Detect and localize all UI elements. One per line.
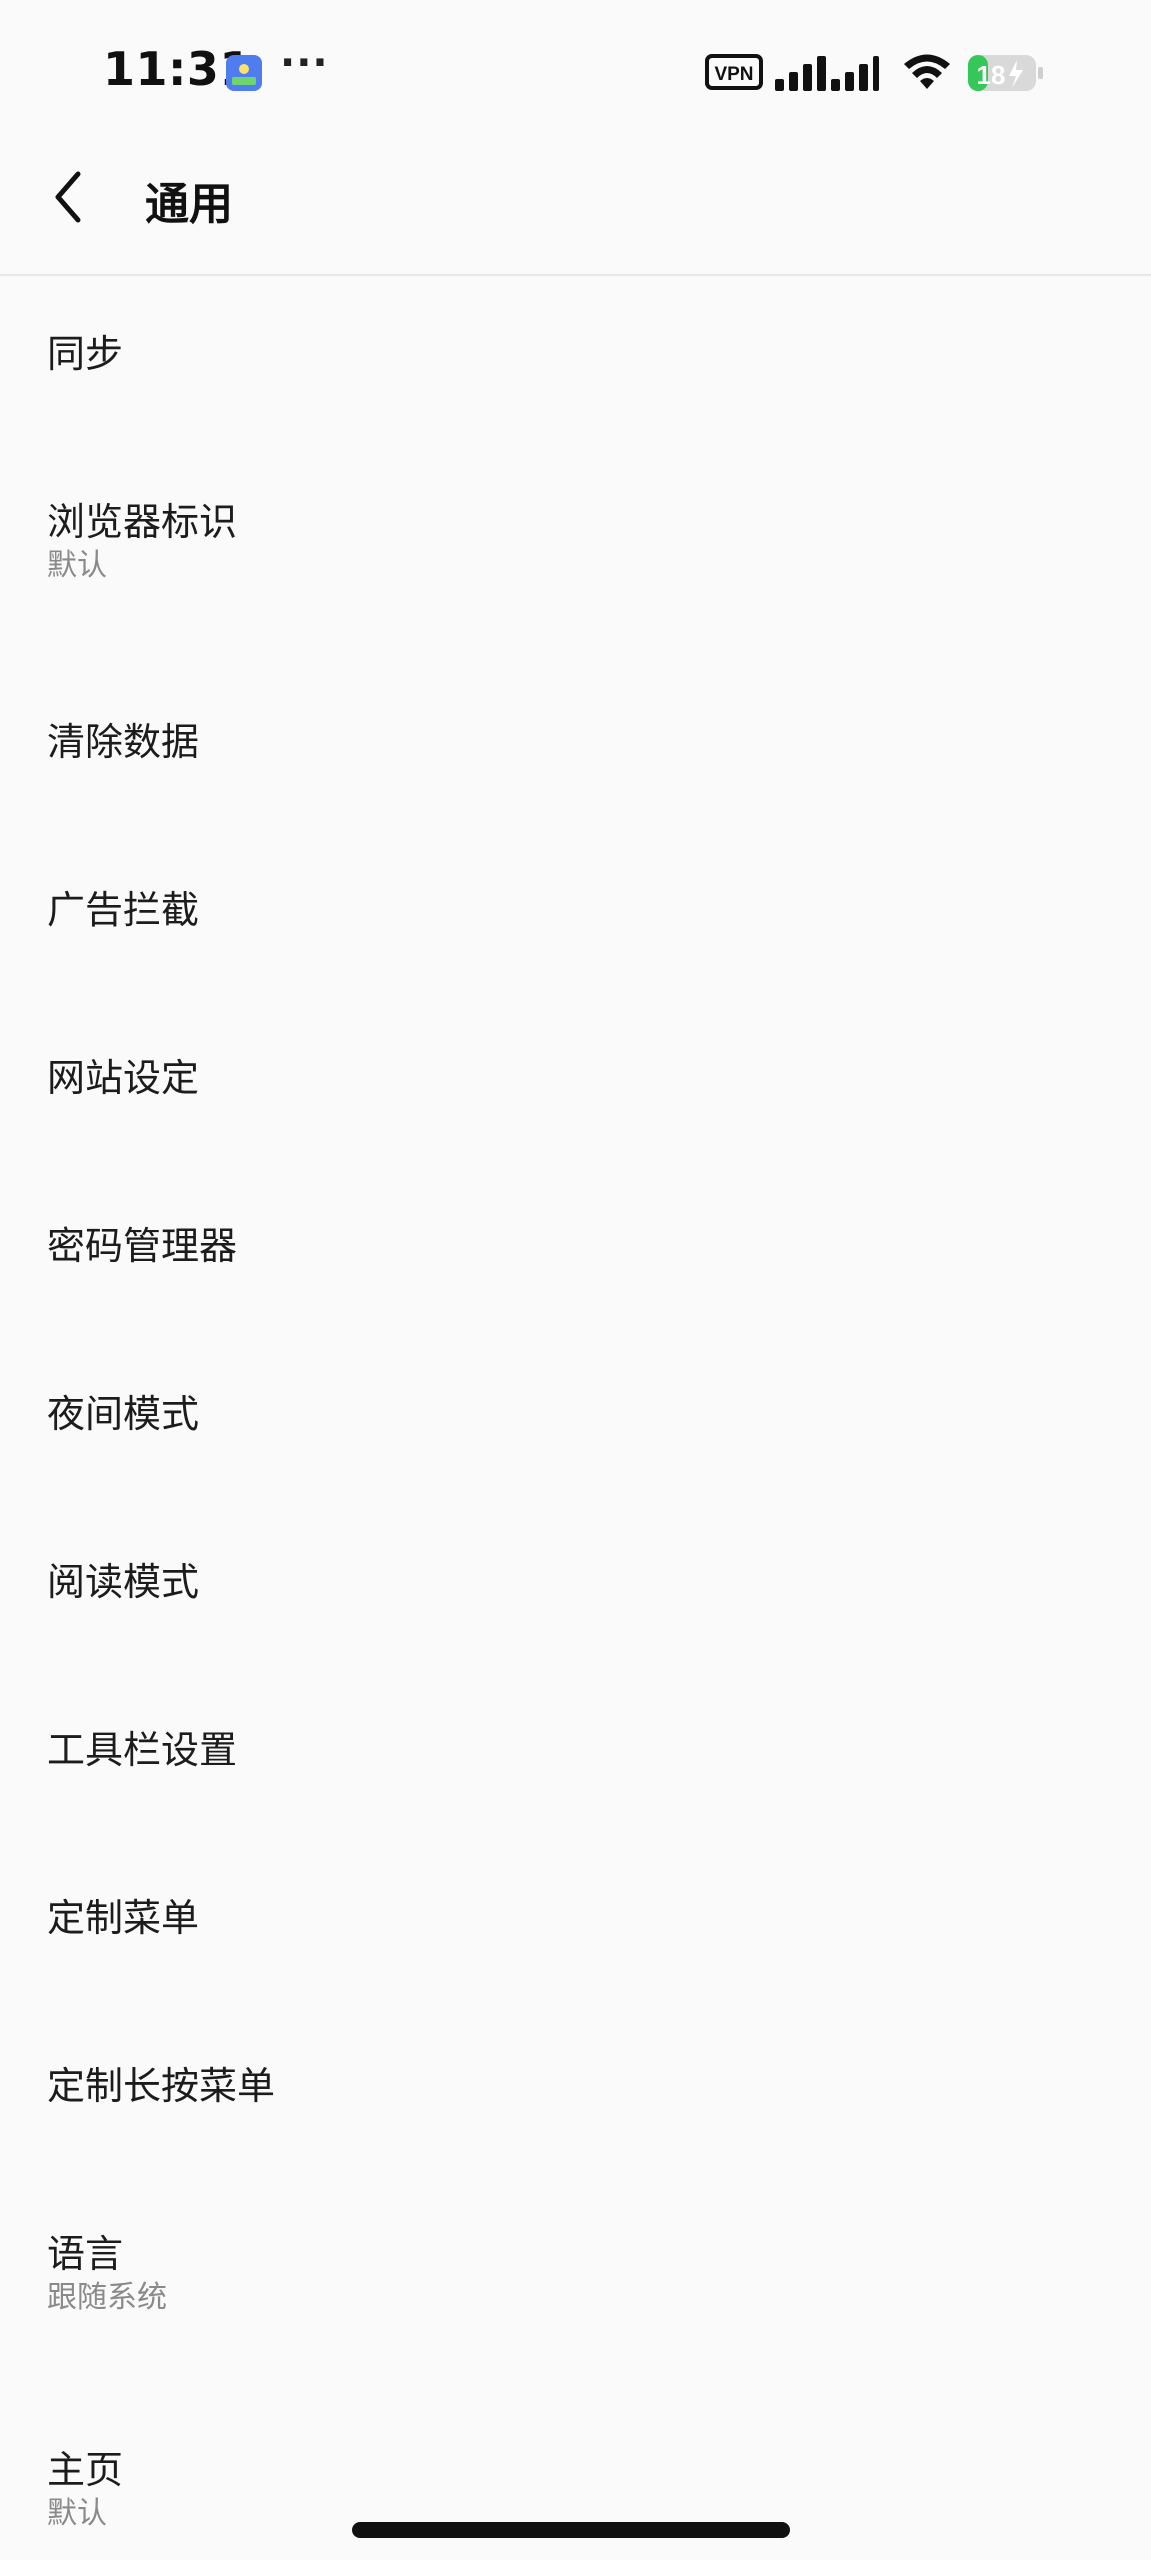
settings-item-sync[interactable]: 同步 (0, 276, 1151, 444)
signal-strength-icon (775, 56, 879, 91)
settings-item-title: 密码管理器 (47, 1224, 238, 1268)
settings-item-title: 阅读模式 (47, 1560, 200, 1604)
more-notifications-icon: ··· (280, 40, 329, 86)
settings-item-custom-long-press-menu[interactable]: 定制长按菜单 (0, 1956, 1151, 2124)
settings-item-title: 主页 (47, 2448, 124, 2492)
settings-item-user-agent[interactable]: 浏览器标识 默认 (0, 444, 1151, 612)
settings-item-title: 工具栏设置 (47, 1728, 238, 1772)
settings-item-homepage[interactable]: 主页 默认 (0, 2340, 1151, 2531)
settings-item-title: 同步 (47, 332, 124, 376)
settings-item-site-settings[interactable]: 网站设定 (0, 948, 1151, 1116)
settings-item-title: 定制菜单 (47, 1896, 200, 1940)
settings-item-clear-data[interactable]: 清除数据 (0, 612, 1151, 780)
settings-item-subtitle: 默认 (47, 548, 107, 583)
vpn-label: VPN (714, 64, 753, 85)
status-bar: 11:31 ··· VPN 18 (0, 0, 1151, 140)
chevron-left-icon (55, 171, 81, 223)
settings-item-title: 语言 (47, 2232, 124, 2276)
settings-item-reading-mode[interactable]: 阅读模式 (0, 1452, 1151, 1620)
settings-item-title: 定制长按菜单 (47, 2064, 276, 2108)
page-title: 通用 (145, 179, 233, 230)
settings-item-night-mode[interactable]: 夜间模式 (0, 1284, 1151, 1452)
wifi-icon (904, 54, 950, 89)
settings-item-custom-menu[interactable]: 定制菜单 (0, 1788, 1151, 1956)
battery-icon: 18 (968, 55, 1043, 91)
settings-item-title: 清除数据 (47, 720, 200, 764)
settings-item-title: 网站设定 (47, 1056, 200, 1100)
home-indicator[interactable] (352, 2522, 790, 2538)
settings-item-toolbar-settings[interactable]: 工具栏设置 (0, 1620, 1151, 1788)
screen: 11:31 ··· VPN 18 通用 同步 浏览器标识 默认 清除数据 广告拦… (0, 0, 1151, 2560)
settings-item-subtitle: 跟随系统 (47, 2280, 167, 2315)
settings-item-title: 夜间模式 (47, 1392, 200, 1436)
app-header: 通用 (0, 140, 1151, 276)
settings-item-password-manager[interactable]: 密码管理器 (0, 1116, 1151, 1284)
settings-item-language[interactable]: 语言 跟随系统 (0, 2124, 1151, 2315)
battery-level: 18 (977, 60, 1006, 90)
settings-item-title: 浏览器标识 (47, 500, 238, 544)
back-button[interactable] (38, 162, 108, 232)
settings-item-ad-block[interactable]: 广告拦截 (0, 780, 1151, 948)
settings-item-title: 广告拦截 (47, 888, 200, 932)
vpn-icon: VPN (705, 54, 763, 90)
app-notification-icon (226, 55, 262, 91)
settings-item-subtitle: 默认 (47, 2496, 107, 2531)
